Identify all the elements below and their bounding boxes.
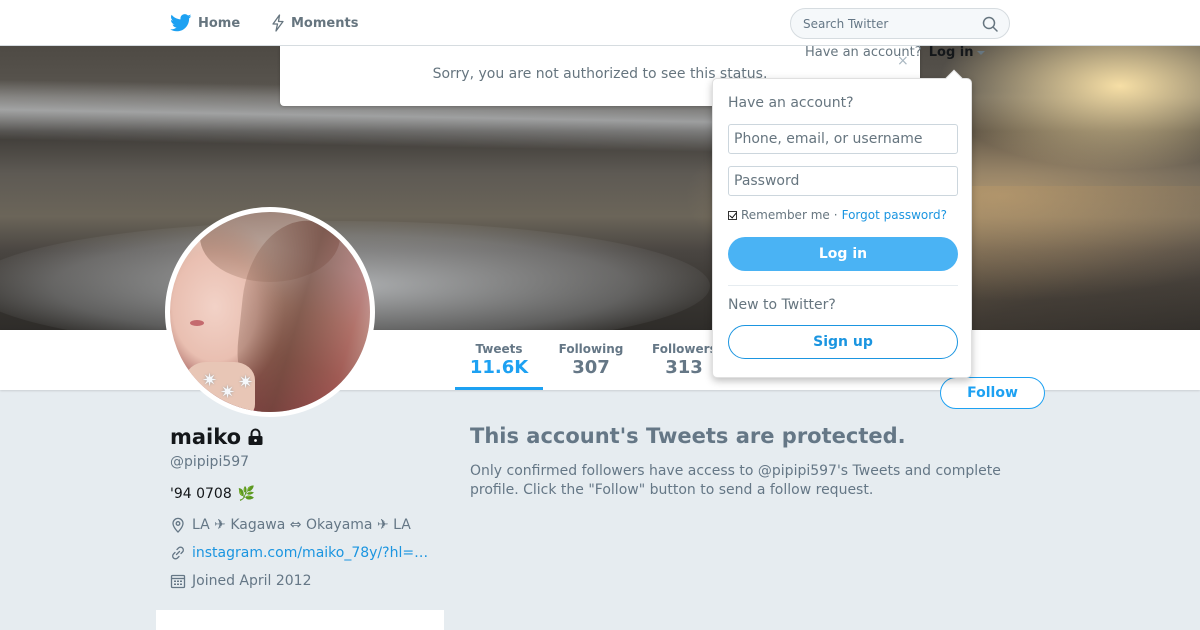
herb-emoji-icon: 🌿 [237,486,256,502]
new-to-twitter-text: New to Twitter? [728,297,836,313]
top-nav-bar: Home Moments [0,0,1200,46]
avatar[interactable]: ✷ ✷ ✷ [165,207,375,417]
login-dropdown-toggle[interactable]: Log in [929,45,985,60]
necklace-star-icon: ✷ [220,382,236,403]
dropdown-divider [728,285,958,286]
remember-me-checkbox[interactable] [728,210,737,220]
bio-text: '94 0708 [170,486,232,502]
profile-bio: '94 0708 🌿 [170,486,255,502]
have-account-text: Have an account? [805,45,922,60]
login-dropdown: Have an account? Remember me · Forgot pa… [712,69,972,378]
login-button[interactable]: Log in [728,237,958,271]
stat-value: 307 [572,357,610,378]
stat-label: Followers [652,342,716,356]
website-link[interactable]: instagram.com/maiko_78y/?hl=… [192,545,428,561]
link-icon [170,545,186,561]
login-toggle-label: Log in [928,45,974,60]
stat-tweets[interactable]: Tweets 11.6K [455,330,543,390]
profile-website: instagram.com/maiko_78y/?hl=… [170,545,428,561]
nav-home-label: Home [198,15,241,31]
stat-label: Following [558,342,624,356]
profile-joined-date: Joined April 2012 [170,573,312,589]
protected-heading: This account's Tweets are protected. [470,424,906,448]
stat-label: Tweets [475,342,523,356]
profile-name: maiko [170,425,242,449]
remember-me-label: Remember me [741,208,830,222]
protected-description: Only confirmed followers have access to … [470,463,1001,498]
forgot-password-link[interactable]: Forgot password? [842,208,947,222]
calendar-icon [170,573,186,589]
stat-value: 313 [665,357,703,378]
profile-location: LA ✈ Kagawa ⇔ Okayama ✈ LA [170,517,411,533]
caret-down-icon [976,50,985,55]
search-icon[interactable] [982,16,998,36]
dropdown-heading: Have an account? [728,95,854,111]
follow-button[interactable]: Follow [940,377,1045,409]
sidebar-card [156,610,444,630]
lightning-bolt-icon [271,14,285,32]
login-prompt: Have an account? Log in [805,45,985,60]
profile-handle: @pipipi597 [170,454,250,470]
stat-following[interactable]: Following 307 [553,330,629,390]
search-box [790,8,1010,39]
nav-home[interactable]: Home [170,12,240,34]
signup-button[interactable]: Sign up [728,325,958,359]
nav-moments[interactable]: Moments [271,12,358,34]
nav-moments-label: Moments [291,15,359,31]
twitter-bird-icon [170,14,192,32]
necklace-star-icon: ✷ [202,370,218,391]
location-pin-icon [170,517,186,533]
stat-value: 11.6K [469,357,529,378]
separator-dot: · [833,208,838,222]
search-input[interactable] [803,16,973,31]
lock-icon [247,428,264,446]
avatar-lip [190,320,204,326]
joined-text: Joined April 2012 [192,573,312,589]
necklace-star-icon: ✷ [238,372,254,393]
password-field[interactable] [728,166,958,196]
stat-followers[interactable]: Followers 313 [652,330,716,390]
profile-name-row: maiko [170,425,264,449]
username-field[interactable] [728,124,958,154]
location-text: LA ✈ Kagawa ⇔ Okayama ✈ LA [192,517,411,533]
remember-row: Remember me · Forgot password? [728,208,947,222]
